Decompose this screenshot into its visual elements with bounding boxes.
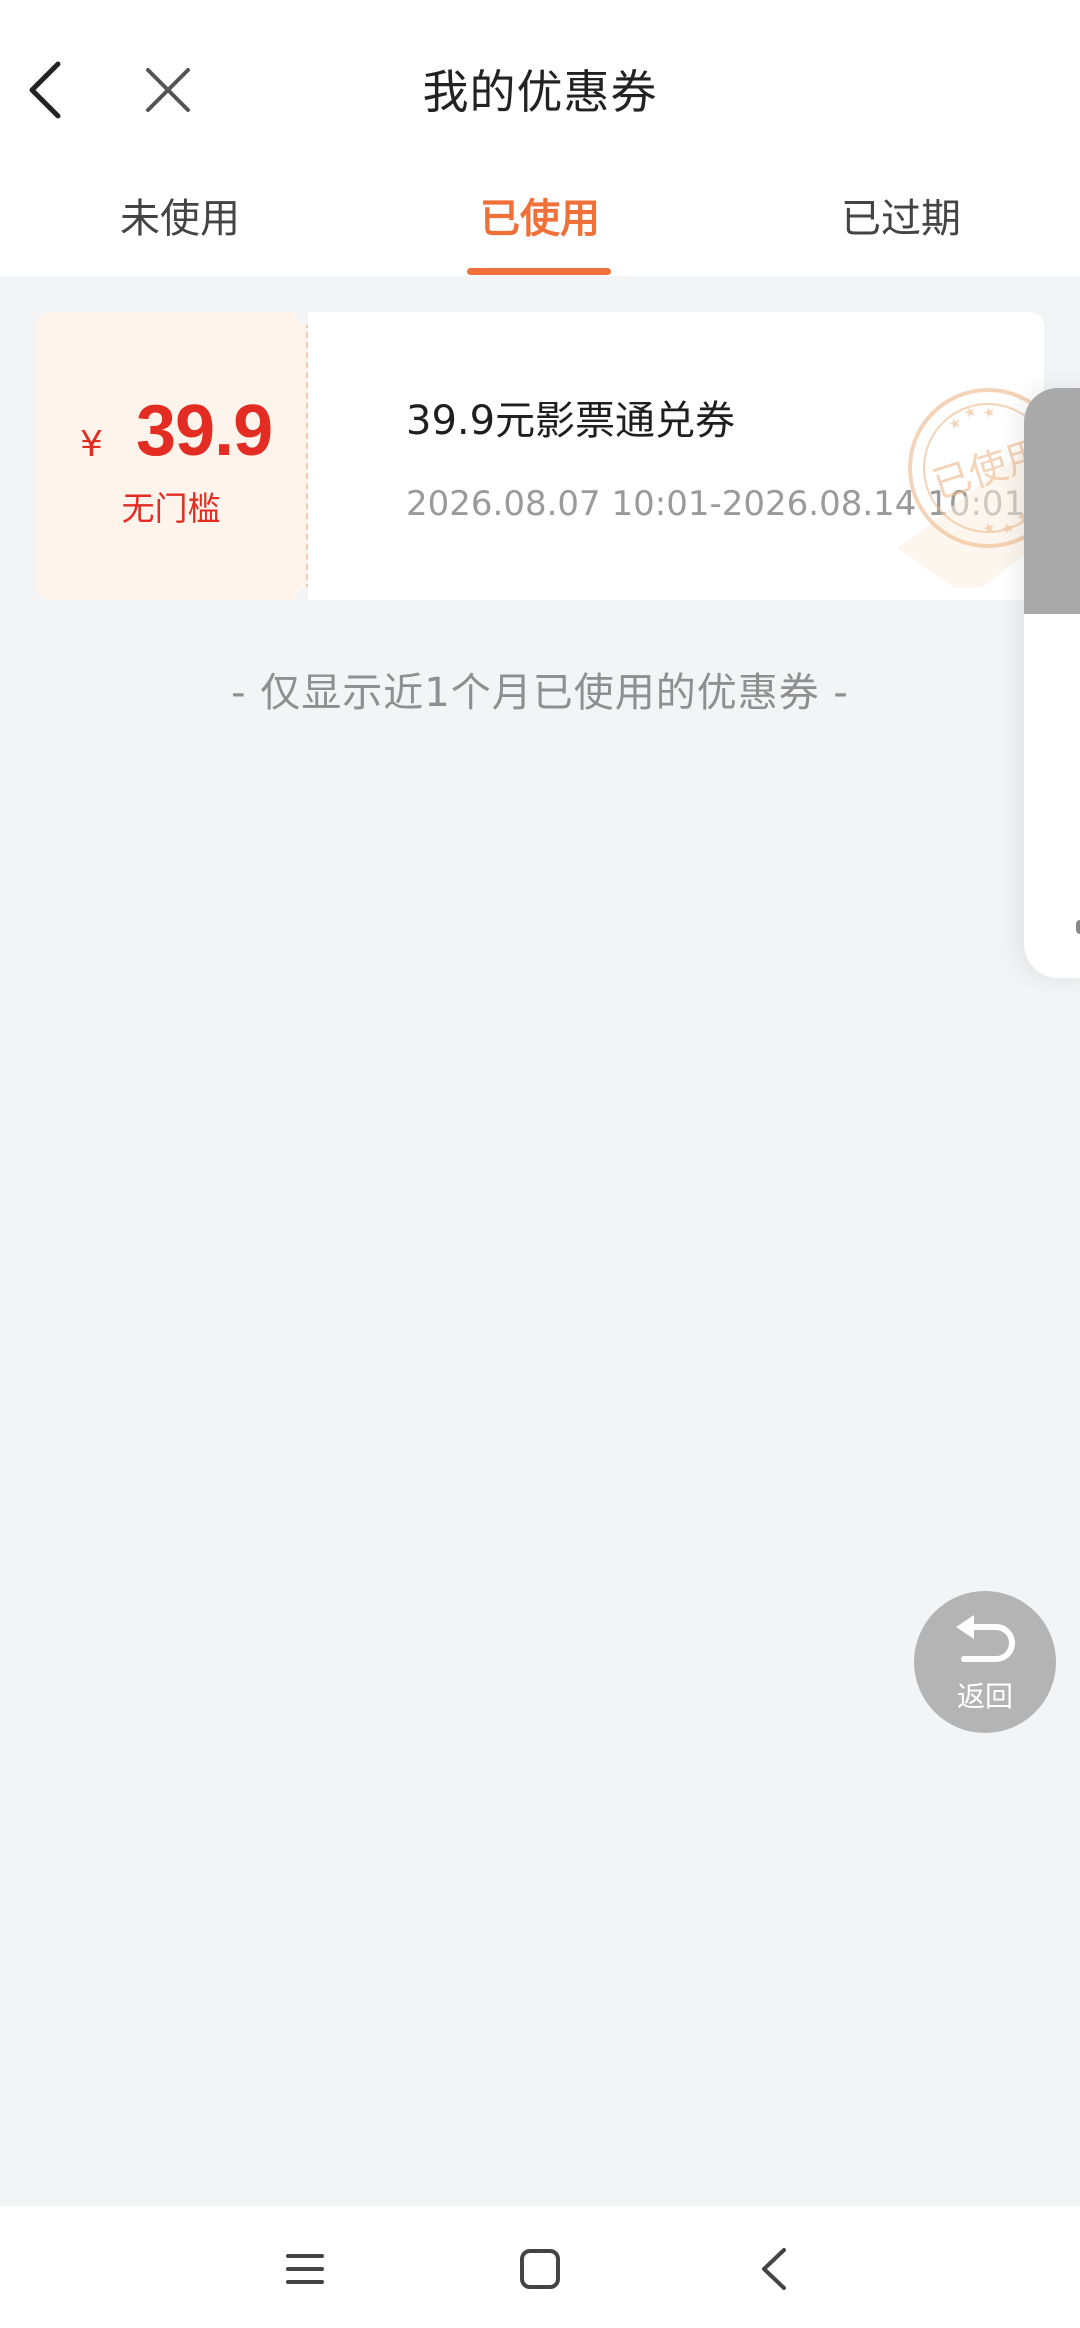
coupon-condition: 无门槛: [121, 489, 221, 528]
coupon-info-section: 39.9元影票通兑券 2026.08.07 10:01-2026.08.14 1…: [308, 312, 1044, 600]
currency-symbol: ¥: [80, 424, 103, 465]
back-chevron-icon[interactable]: [740, 2234, 810, 2304]
svg-text:★: ★: [981, 403, 998, 422]
return-button[interactable]: 返回: [914, 1591, 1056, 1733]
active-tab-indicator: [467, 268, 611, 275]
svg-text:★: ★: [947, 414, 964, 433]
home-square-icon[interactable]: [505, 2234, 575, 2304]
undo-arrow-icon: [956, 1615, 1015, 1662]
coupon-name: 39.9元影票通兑券: [406, 398, 736, 444]
history-note: - 仅显示近1个月已使用的优惠券 -: [231, 670, 849, 716]
tab-used[interactable]: 已使用: [415, 186, 665, 244]
menu-icon[interactable]: [270, 2234, 340, 2304]
coupon-amount: 39.9: [136, 391, 273, 471]
tab-unused[interactable]: 未使用: [55, 186, 305, 244]
coupon-card[interactable]: ¥ 39.9 无门槛 39.9元影票通兑券 2026.08.07 10:01-2…: [36, 299, 1044, 613]
side-floating-panel[interactable]: [1024, 388, 1080, 978]
side-panel-indicator: [1076, 920, 1080, 934]
system-nav-bar: [0, 2206, 1080, 2328]
used-stamp-icon: 已使用 ★ ★ ★ ★ ★ ★: [898, 388, 1044, 588]
page-title: 我的优惠券: [422, 65, 658, 119]
return-label: 返回: [956, 1680, 1013, 1713]
coupon-value-section: ¥ 39.9 无门槛: [36, 312, 308, 600]
top-bar: 我的优惠券 未使用 已使用 已过期: [0, 0, 1080, 276]
side-panel-header: [1024, 388, 1080, 614]
tab-expired[interactable]: 已过期: [776, 186, 1026, 244]
